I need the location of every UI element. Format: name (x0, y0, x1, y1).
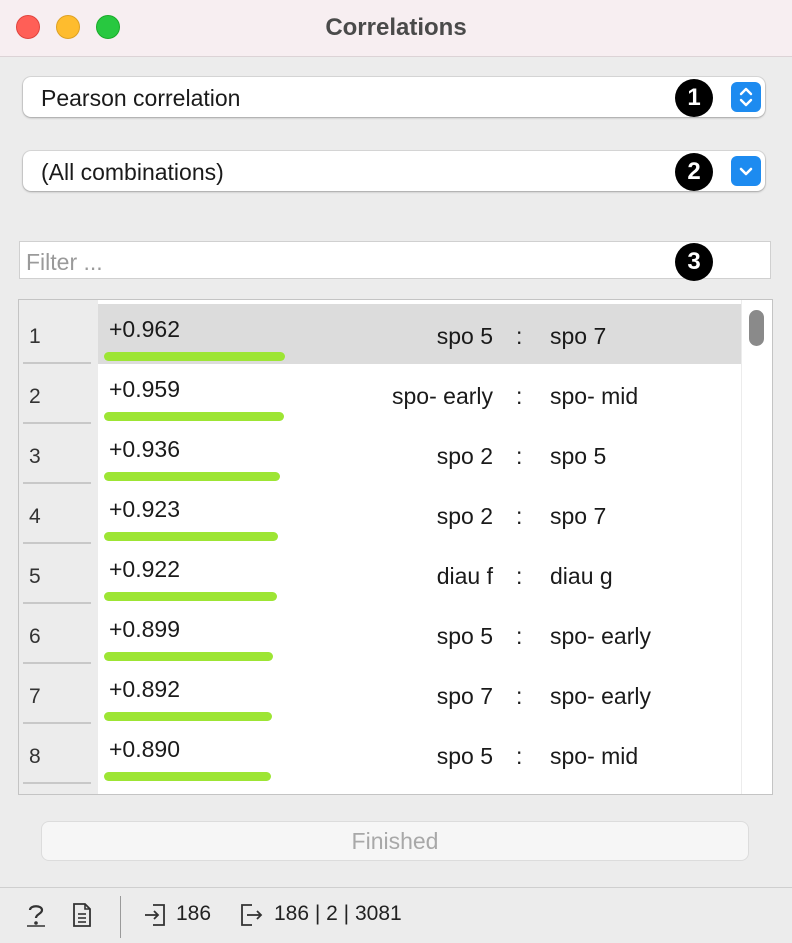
chevron-down-icon[interactable] (731, 156, 761, 186)
window-title: Correlations (325, 14, 467, 41)
correlation-bar (104, 532, 278, 541)
output-summary: 186 | 2 | 3081 (274, 902, 402, 925)
help-icon[interactable] (24, 902, 48, 928)
scrollbar-thumb[interactable] (749, 310, 764, 346)
first-attribute: spo- early (392, 383, 493, 409)
correlation-bar (104, 712, 272, 721)
pair-separator: : (516, 743, 523, 769)
feature-combination-value: (All combinations) (41, 159, 224, 185)
first-attribute: spo 2 (436, 503, 493, 529)
pair-separator: : (516, 323, 523, 349)
correlation-bar (104, 592, 277, 601)
status-separator (120, 896, 121, 938)
pair-separator: : (516, 623, 523, 649)
first-attribute: spo 5 (436, 743, 493, 769)
row-header-column: 12345678 (19, 300, 98, 794)
first-attribute: spo 7 (436, 683, 493, 709)
second-attribute: spo 7 (550, 323, 607, 349)
correlation-value: +0.962 (109, 316, 180, 342)
status-bar: 186 186 | 2 | 3081 (0, 887, 792, 943)
first-attribute: spo 5 (436, 623, 493, 649)
feature-combination-select[interactable]: (All combinations) (23, 151, 765, 191)
filter-field[interactable] (19, 241, 771, 279)
correlation-bar (104, 412, 284, 421)
table-row[interactable]: +0.922 diau f: diau g (98, 544, 743, 604)
row-index: 1 (23, 304, 91, 364)
pair-separator: : (516, 443, 523, 469)
row-index: 5 (23, 544, 91, 604)
second-attribute: spo 5 (550, 443, 607, 469)
correlation-bar (104, 772, 271, 781)
first-attribute: spo 2 (436, 443, 493, 469)
callout-marker-3: 3 (675, 243, 713, 281)
pair-separator: : (516, 683, 523, 709)
correlation-value: +0.922 (109, 556, 180, 582)
second-attribute: spo 7 (550, 503, 607, 529)
pair-separator: : (516, 503, 523, 529)
correlation-bar (104, 352, 285, 361)
correlation-table[interactable]: 12345678 +0.962 spo 5: spo 7 +0.959 spo- ear… (18, 299, 773, 795)
second-attribute: spo- mid (550, 743, 639, 769)
table-row[interactable]: +0.959 spo- early: spo- mid (98, 364, 743, 424)
correlation-value: +0.959 (109, 376, 180, 402)
vertical-scrollbar[interactable] (741, 300, 772, 794)
table-row[interactable]: +0.890 spo 5: spo- mid (98, 724, 743, 784)
correlation-method-value: Pearson correlation (41, 85, 241, 111)
filter-input[interactable] (24, 248, 668, 277)
correlation-value: +0.892 (109, 676, 180, 702)
second-attribute: spo- early (550, 683, 651, 709)
row-index: 2 (23, 364, 91, 424)
correlation-value: +0.890 (109, 736, 180, 762)
table-row[interactable]: +0.923 spo 2: spo 7 (98, 484, 743, 544)
table-row[interactable]: +0.892 spo 7: spo- early (98, 664, 743, 724)
table-row[interactable]: +0.899 spo 5: spo- early (98, 604, 743, 664)
pair-separator: : (516, 383, 523, 409)
correlation-value: +0.936 (109, 436, 180, 462)
finished-button[interactable]: Finished (41, 821, 749, 861)
pair-separator: : (516, 563, 523, 589)
report-icon[interactable] (70, 902, 94, 928)
correlation-bar (104, 652, 273, 661)
first-attribute: spo 5 (436, 323, 493, 349)
second-attribute: spo- early (550, 623, 651, 649)
updown-chevron-icon[interactable] (731, 82, 761, 112)
table-row[interactable]: +0.962 spo 5: spo 7 (98, 304, 743, 364)
correlation-value: +0.923 (109, 496, 180, 522)
first-attribute: diau f (436, 563, 493, 589)
row-index: 4 (23, 484, 91, 544)
correlation-value: +0.899 (109, 616, 180, 642)
row-index: 8 (23, 724, 91, 784)
title-bar: Correlations (0, 0, 792, 57)
table-row[interactable]: +0.936 spo 2: spo 5 (98, 424, 743, 484)
row-index: 3 (23, 424, 91, 484)
row-index: 7 (23, 664, 91, 724)
second-attribute: spo- mid (550, 383, 639, 409)
row-index: 6 (23, 604, 91, 664)
input-count: 186 (176, 902, 212, 925)
callout-marker-1: 1 (675, 79, 713, 117)
second-attribute: diau g (550, 563, 613, 589)
input-data-icon (145, 904, 165, 926)
callout-marker-2: 2 (675, 153, 713, 191)
correlation-method-select[interactable]: Pearson correlation (23, 77, 765, 117)
correlation-bar (104, 472, 280, 481)
output-data-icon (241, 904, 263, 926)
